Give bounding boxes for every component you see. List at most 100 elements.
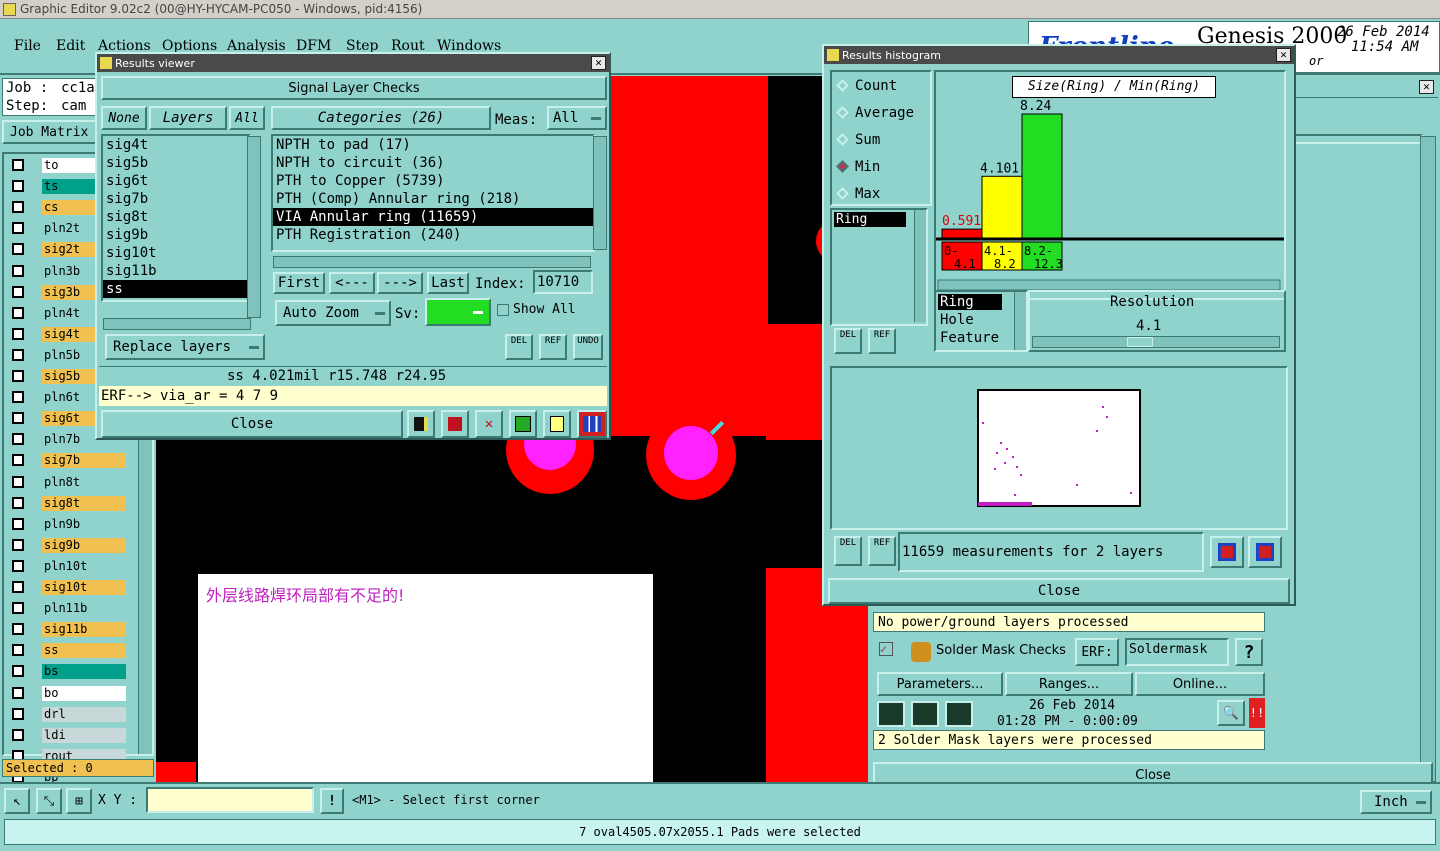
ref-button[interactable]: REF — [539, 334, 567, 360]
field-list-item[interactable]: Ring — [834, 212, 906, 227]
layer-list-item[interactable]: sig9b — [103, 226, 249, 244]
category-list-hscroll[interactable] — [273, 256, 591, 268]
index-input[interactable]: 10710 — [533, 270, 593, 294]
resolution-slider-thumb[interactable] — [1127, 337, 1153, 347]
none-button[interactable]: None — [101, 106, 147, 130]
layer-item[interactable]: sig9b — [10, 537, 128, 553]
last-button[interactable]: Last — [427, 272, 469, 294]
category-list[interactable]: NPTH to pad (17) NPTH to circuit (36) PTH … — [271, 134, 595, 252]
category-list-item[interactable]: NPTH to circuit (36) — [273, 154, 593, 172]
layer-checkbox[interactable] — [12, 285, 24, 298]
histogram-close-button[interactable]: Close — [828, 578, 1290, 604]
layer-item[interactable]: sig11b — [10, 622, 128, 638]
prompt-alert-button[interactable]: ! — [320, 788, 344, 814]
layer-checkbox[interactable] — [12, 180, 24, 193]
layer-item[interactable]: pln8t — [10, 474, 128, 490]
layer-checkbox[interactable] — [12, 201, 24, 214]
option-max[interactable]: Max — [836, 184, 880, 204]
menu-file[interactable]: File — [14, 38, 41, 54]
layer-checkbox[interactable] — [12, 707, 24, 720]
close-icon[interactable]: ✕ — [1276, 48, 1291, 62]
layer-checkbox[interactable] — [12, 602, 24, 615]
tool-icon-1[interactable] — [407, 410, 435, 438]
field-list-scrollbar[interactable] — [914, 210, 926, 322]
layer-select-list[interactable]: sig4t sig5b sig6t sig7b sig8t sig9b sig10t sig1… — [101, 134, 251, 302]
layer-item[interactable]: drl — [10, 706, 128, 722]
layer-item[interactable]: bs — [10, 664, 128, 680]
layer-checkbox[interactable] — [12, 665, 24, 678]
layer-checkbox[interactable] — [12, 391, 24, 404]
erf-button[interactable]: ERF: — [1075, 638, 1119, 666]
layer-list-item[interactable]: sig4t — [103, 136, 249, 154]
layer-checkbox[interactable] — [12, 327, 24, 340]
layer-checkbox[interactable] — [12, 222, 24, 235]
layer-checkbox[interactable] — [12, 517, 24, 530]
histogram-del-button[interactable]: DEL — [834, 328, 862, 354]
layer-item[interactable]: ss — [10, 643, 128, 659]
layer-checkbox[interactable] — [12, 644, 24, 657]
layer-item[interactable]: ldi — [10, 727, 128, 743]
grid-icon[interactable]: ⊞ — [66, 788, 92, 814]
layer-checkbox[interactable] — [12, 728, 24, 741]
solder-mask-check-checkbox[interactable]: ✓ — [879, 642, 893, 656]
categories-button[interactable]: Categories (26) — [271, 106, 491, 130]
replace-layers-dropdown[interactable]: Replace layers — [105, 334, 265, 360]
layer-checkbox[interactable] — [12, 306, 24, 319]
layer-item[interactable]: sig7b — [10, 453, 128, 469]
type-item[interactable]: Hole — [938, 312, 974, 328]
close-icon[interactable]: ✕ — [591, 56, 606, 70]
type-item[interactable]: Feature — [938, 330, 999, 346]
layer-item[interactable]: pln9b — [10, 516, 128, 532]
preview-ref-button[interactable]: REF — [868, 536, 896, 566]
tool-icon-4[interactable] — [509, 410, 537, 438]
layer-list-vscroll[interactable] — [247, 136, 261, 318]
run-icon[interactable] — [945, 701, 973, 727]
category-list-item[interactable]: NPTH to pad (17) — [273, 136, 593, 154]
layer-item[interactable]: pln11b — [10, 601, 128, 617]
layer-checkbox[interactable] — [12, 433, 24, 446]
layer-checkbox[interactable] — [12, 581, 24, 593]
ranges-button[interactable]: Ranges... — [1005, 672, 1133, 696]
run-icon[interactable] — [877, 701, 905, 727]
layer-checkbox[interactable] — [12, 538, 24, 551]
option-sum[interactable]: Sum — [836, 130, 880, 150]
layer-checkbox[interactable] — [12, 475, 24, 488]
category-list-item[interactable]: PTH to Copper (5739) — [273, 172, 593, 190]
layer-checkbox[interactable] — [12, 686, 24, 699]
layer-list-item[interactable]: sig10t — [103, 244, 249, 262]
layer-checkbox[interactable] — [12, 623, 24, 636]
layer-list-item[interactable]: sig8t — [103, 208, 249, 226]
layer-list-item[interactable]: sig7b — [103, 190, 249, 208]
option-average[interactable]: Average — [836, 103, 914, 123]
layer-checkbox[interactable] — [12, 348, 24, 361]
layer-checkbox[interactable] — [12, 243, 24, 256]
meas-dropdown[interactable]: All — [547, 106, 607, 130]
category-list-vscroll[interactable] — [593, 136, 607, 250]
type-item[interactable]: Ring — [938, 294, 1002, 310]
category-list-item[interactable]: PTH (Comp) Annular ring (218) — [273, 190, 593, 208]
layer-checkbox[interactable] — [12, 559, 24, 572]
layer-item[interactable]: pln10t — [10, 558, 128, 574]
board-preview[interactable] — [830, 366, 1288, 530]
layer-list-item[interactable]: sig11b — [103, 262, 249, 280]
layers-button[interactable]: Layers — [149, 106, 227, 130]
prev-button[interactable]: <--- — [329, 272, 375, 294]
zoom-in-icon[interactable] — [1210, 536, 1244, 568]
del-button[interactable]: DEL — [505, 334, 533, 360]
parameters-button[interactable]: Parameters... — [877, 672, 1003, 696]
units-dropdown[interactable]: Inch — [1360, 790, 1432, 814]
measure-icon[interactable]: ⤡ — [36, 788, 62, 814]
layer-item[interactable]: bo — [10, 685, 128, 701]
snap-icon[interactable]: ↖ — [4, 788, 30, 814]
zoom-icon[interactable]: 🔍 — [1217, 700, 1245, 726]
chart-hscroll[interactable] — [937, 279, 1281, 291]
option-min[interactable]: Min — [836, 157, 880, 177]
close-icon[interactable]: ✕ — [1419, 80, 1434, 94]
results-close-button[interactable]: Close — [101, 410, 403, 438]
layer-checkbox[interactable] — [12, 412, 24, 425]
show-all-checkbox[interactable] — [497, 304, 509, 316]
field-list[interactable]: Ring — [830, 208, 928, 326]
layer-checkbox[interactable] — [12, 370, 24, 382]
preview-del-button[interactable]: DEL — [834, 536, 862, 566]
layer-checkbox[interactable] — [12, 496, 24, 509]
